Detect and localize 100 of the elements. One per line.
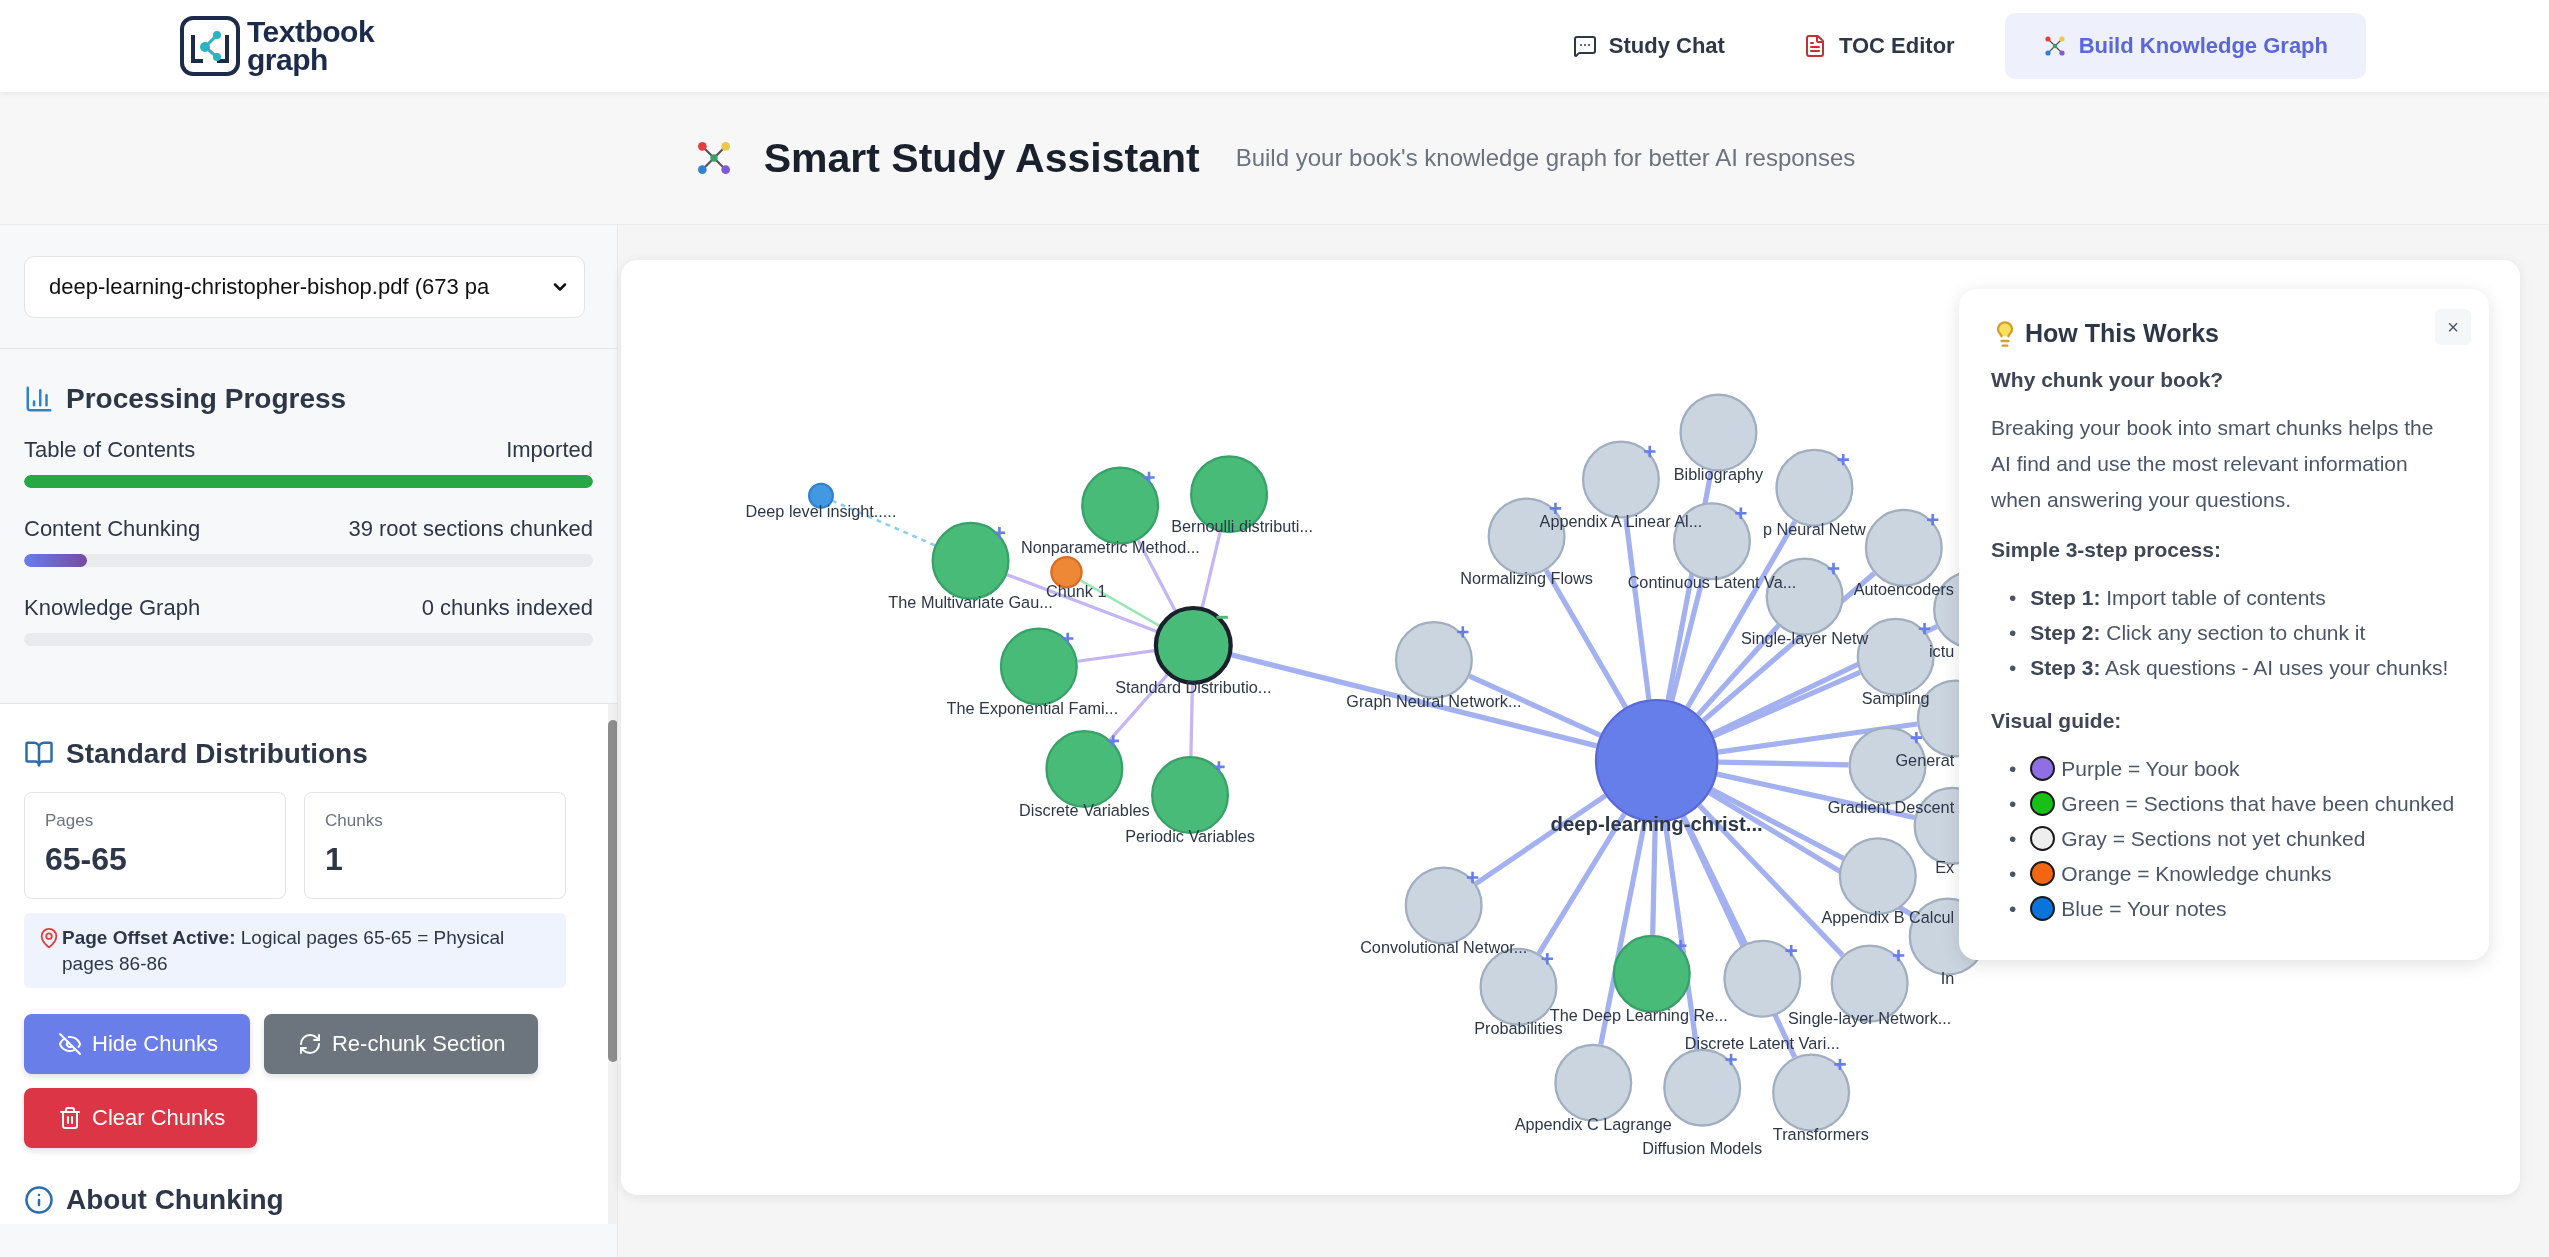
- expand-icon[interactable]: [1106, 733, 1121, 748]
- eye-off-icon: [58, 1032, 82, 1057]
- book-icon: [24, 739, 54, 769]
- bullet-mark: •: [2009, 861, 2017, 887]
- bar-chart-icon: [24, 384, 54, 414]
- node-label: Appendix B Calcul: [1821, 908, 1955, 927]
- panel-subheading: Simple 3-step process:: [1991, 538, 2222, 562]
- panel-text: Breaking your book into smart chunks helps the AI find and use the most relevant information when answering your questions.: [1991, 415, 2435, 513]
- bullet-mark: •: [2009, 620, 2017, 646]
- expand-icon[interactable]: [1833, 1057, 1847, 1072]
- expand-icon[interactable]: [1836, 452, 1851, 467]
- node-label: The Deep Learning Re...: [1549, 1005, 1728, 1024]
- progress-label: Knowledge Graph: [24, 595, 201, 621]
- nav-tab[interactable]: Build Knowledge Graph: [2004, 13, 2366, 79]
- nav-tab[interactable]: Study Chat: [1544, 13, 1753, 79]
- node-label: Discrete Variables: [1019, 801, 1150, 820]
- expand-icon[interactable]: [1465, 870, 1480, 885]
- panel-subheading: Visual guide:: [1991, 709, 2123, 733]
- node-label: Continuous Latent Va...: [1627, 573, 1797, 592]
- node-label: p Neural Netw: [1762, 519, 1866, 538]
- legend-text: Purple = Your book: [2061, 756, 2240, 782]
- step-item: Step 1: Import table of contents: [2030, 585, 2326, 611]
- pin-icon: [38, 927, 60, 949]
- nav-tab[interactable]: TOC Editor: [1774, 13, 1983, 79]
- progress-label: Content Chunking: [24, 516, 201, 542]
- step-item: Step 2: Click any section to chunk it: [2030, 620, 2366, 646]
- progress-label: Table of Contents: [24, 437, 196, 463]
- panel-subheading: Why chunk your book?: [1991, 368, 2225, 392]
- node-label: Diffusion Models: [1642, 1139, 1763, 1158]
- nodes-icon: [2042, 34, 2067, 58]
- expand-icon[interactable]: [1548, 501, 1563, 516]
- action-button[interactable]: Re-chunk Section: [263, 1014, 538, 1075]
- stat-value: 1: [325, 841, 344, 878]
- step-item: Step 3: Ask questions - AI uses your chunks!: [2030, 655, 2449, 681]
- node-label: Discrete Latent Vari...: [1684, 1033, 1840, 1052]
- legend-text: Blue = Your notes: [2061, 896, 2227, 922]
- scrollbar[interactable]: [608, 704, 617, 1224]
- node-label: Nonparametric Method...: [1020, 537, 1200, 556]
- node-label: Normalizing Flows: [1460, 568, 1593, 587]
- progress-status: Imported: [506, 437, 593, 463]
- expand-icon[interactable]: [1142, 470, 1156, 485]
- node-label: The Exponential Fami...: [946, 698, 1119, 717]
- progress-status: 39 root sections chunked: [348, 516, 593, 542]
- close-button[interactable]: ×: [2435, 309, 2471, 345]
- section-heading: About Chunking: [66, 1184, 284, 1217]
- trash-icon: [58, 1106, 82, 1131]
- collapse-icon[interactable]: [1216, 615, 1228, 619]
- expand-icon[interactable]: [1917, 621, 1932, 636]
- bullet-mark: •: [2009, 896, 2017, 922]
- node-label: Graph Neural Network...: [1346, 692, 1522, 711]
- expand-icon[interactable]: [1211, 759, 1226, 774]
- expand-icon[interactable]: [1724, 1052, 1739, 1067]
- node-label: Ex: [1935, 858, 1955, 876]
- node-label: Gradient Descent: [1827, 797, 1955, 816]
- node-label: Single-layer Network...: [1787, 1009, 1952, 1028]
- node-label: Generat: [1895, 750, 1955, 769]
- expand-icon[interactable]: [1891, 948, 1906, 963]
- bullet-mark: •: [2009, 585, 2017, 611]
- section-heading: Processing Progress: [66, 383, 347, 415]
- expand-icon[interactable]: [1733, 506, 1748, 521]
- logo-icon: [179, 15, 241, 77]
- expand-icon[interactable]: [1909, 730, 1924, 745]
- node-label: Sampling: [1861, 688, 1930, 707]
- expand-icon[interactable]: [992, 525, 1007, 540]
- legend-text: Gray = Sections not yet chunked: [2061, 826, 2366, 852]
- bullet-mark: •: [2009, 826, 2017, 852]
- node-label: Single-layer Netw: [1740, 628, 1869, 647]
- expand-icon[interactable]: [1925, 512, 1940, 527]
- node-label: Periodic Variables: [1125, 827, 1255, 846]
- stat-label: Pages: [45, 811, 95, 831]
- bullet-mark: •: [2009, 791, 2017, 817]
- legend-text: Orange = Knowledge chunks: [2061, 861, 2332, 887]
- node-label: Transformers: [1772, 1124, 1869, 1143]
- expand-icon[interactable]: [1642, 444, 1657, 459]
- node-label: Appendix A Linear Al...: [1539, 511, 1703, 530]
- expand-icon[interactable]: [1673, 938, 1688, 953]
- expand-icon[interactable]: [1060, 631, 1075, 646]
- refresh-icon: [297, 1032, 322, 1057]
- bullet-mark: •: [2009, 756, 2017, 782]
- node-label: deep-learning-christ...: [1550, 812, 1763, 835]
- expand-icon[interactable]: [1540, 951, 1555, 966]
- expand-icon[interactable]: [1784, 943, 1799, 958]
- bullet-mark: •: [2009, 655, 2017, 681]
- expand-icon[interactable]: [1455, 624, 1470, 639]
- node-label: ictu: [1928, 641, 1955, 660]
- offset-note: Page Offset Active: Logical pages 65-65 = Physical pages 86-86: [62, 926, 506, 976]
- stat-label: Chunks: [325, 811, 384, 831]
- action-button[interactable]: Hide Chunks: [24, 1014, 250, 1075]
- panel-title: How This Works: [2025, 319, 2219, 348]
- logo-text: Textbook graph: [247, 17, 375, 75]
- page-title: Smart Study Assistant: [763, 134, 1200, 182]
- stat-value: 65-65: [45, 841, 128, 878]
- node-label: Convolutional Networ...: [1360, 937, 1528, 956]
- action-button[interactable]: Clear Chunks: [24, 1088, 258, 1149]
- node-label: Bibliography: [1673, 464, 1764, 483]
- expand-icon[interactable]: [1826, 561, 1841, 576]
- book-select[interactable]: deep-learning-christopher-bishop.pdf (673 pa: [24, 256, 585, 318]
- node-label: Autoencoders: [1853, 580, 1954, 598]
- info-icon: [24, 1185, 54, 1216]
- chat-icon: [1572, 34, 1597, 58]
